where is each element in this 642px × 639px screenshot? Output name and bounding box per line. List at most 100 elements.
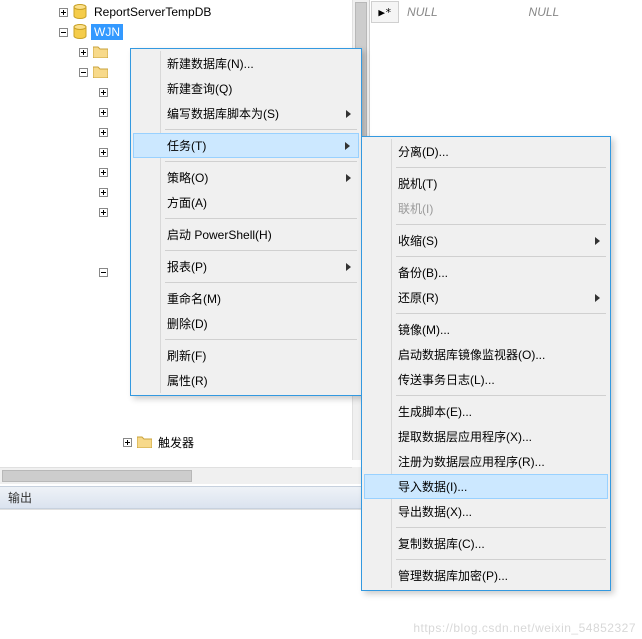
menu-item-mirror[interactable]: 镜像(M)... xyxy=(364,317,608,342)
expand-icon[interactable] xyxy=(76,45,90,59)
menu-label: 注册为数据层应用程序(R)... xyxy=(398,453,545,470)
collapse-icon[interactable] xyxy=(56,25,70,39)
menu-label: 重命名(M) xyxy=(167,290,221,307)
menu-label: 报表(P) xyxy=(167,258,207,275)
menu-label: 任务(T) xyxy=(167,137,206,154)
menu-separator xyxy=(165,218,357,219)
database-icon xyxy=(72,24,88,40)
tree-label: ReportServerTempDB xyxy=(91,4,214,20)
tree-node-triggers[interactable]: 触发器 xyxy=(0,432,369,452)
menu-item-extract-dac[interactable]: 提取数据层应用程序(X)... xyxy=(364,424,608,449)
menu-label: 还原(R) xyxy=(398,289,439,306)
menu-item-script-as[interactable]: 编写数据库脚本为(S) xyxy=(133,101,359,126)
menu-item-import-data[interactable]: 导入数据(I)... xyxy=(364,474,608,499)
menu-item-powershell[interactable]: 启动 PowerShell(H) xyxy=(133,222,359,247)
tree-node-db-reportservertempdb[interactable]: ReportServerTempDB xyxy=(0,2,369,22)
expand-icon[interactable] xyxy=(96,145,110,159)
folder-icon xyxy=(136,434,152,450)
menu-item-restore[interactable]: 还原(R) xyxy=(364,285,608,310)
menu-label: 新建数据库(N)... xyxy=(167,55,254,72)
menu-separator xyxy=(165,250,357,251)
menu-separator xyxy=(396,527,606,528)
menu-item-copy-database[interactable]: 复制数据库(C)... xyxy=(364,531,608,556)
collapse-icon[interactable] xyxy=(96,265,110,279)
menu-item-take-offline[interactable]: 脱机(T) xyxy=(364,171,608,196)
grid-cell-null[interactable]: NULL xyxy=(399,5,520,19)
data-grid-row: ▶* NULL NULL xyxy=(371,0,642,24)
menu-item-refresh[interactable]: 刷新(F) xyxy=(133,343,359,368)
expand-icon[interactable] xyxy=(96,185,110,199)
chevron-right-icon xyxy=(595,237,600,245)
expand-icon[interactable] xyxy=(120,435,134,449)
menu-item-bring-online: 联机(I) xyxy=(364,196,608,221)
chevron-right-icon xyxy=(346,174,351,182)
menu-item-ship-logs[interactable]: 传送事务日志(L)... xyxy=(364,367,608,392)
menu-separator xyxy=(165,339,357,340)
context-menu-database: 新建数据库(N)... 新建查询(Q) 编写数据库脚本为(S) 任务(T) 策略… xyxy=(130,48,362,396)
menu-item-export-data[interactable]: 导出数据(X)... xyxy=(364,499,608,524)
menu-label: 删除(D) xyxy=(167,315,208,332)
menu-label: 备份(B)... xyxy=(398,264,448,281)
menu-item-rename[interactable]: 重命名(M) xyxy=(133,286,359,311)
menu-label: 联机(I) xyxy=(398,200,433,217)
menu-separator xyxy=(165,129,357,130)
chevron-right-icon xyxy=(345,142,350,150)
tree-label: 触发器 xyxy=(155,433,197,452)
chevron-right-icon xyxy=(346,263,351,271)
menu-separator xyxy=(396,256,606,257)
menu-item-generate-scripts[interactable]: 生成脚本(E)... xyxy=(364,399,608,424)
menu-separator xyxy=(396,559,606,560)
menu-item-shrink[interactable]: 收缩(S) xyxy=(364,228,608,253)
expand-icon[interactable] xyxy=(96,165,110,179)
menu-separator xyxy=(396,313,606,314)
menu-item-backup[interactable]: 备份(B)... xyxy=(364,260,608,285)
menu-item-register-dac[interactable]: 注册为数据层应用程序(R)... xyxy=(364,449,608,474)
expand-icon[interactable] xyxy=(96,105,110,119)
menu-item-properties[interactable]: 属性(R) xyxy=(133,368,359,393)
output-pane-header[interactable]: 输出 xyxy=(0,486,370,509)
menu-item-facets[interactable]: 方面(A) xyxy=(133,190,359,215)
menu-item-policies[interactable]: 策略(O) xyxy=(133,165,359,190)
tree-label: WJN xyxy=(91,24,123,40)
menu-separator xyxy=(396,224,606,225)
menu-label: 提取数据层应用程序(X)... xyxy=(398,428,532,445)
menu-label: 导出数据(X)... xyxy=(398,503,472,520)
menu-label: 策略(O) xyxy=(167,169,208,186)
collapse-icon[interactable] xyxy=(76,65,90,79)
output-pane-body xyxy=(0,509,370,637)
scroll-thumb[interactable] xyxy=(2,470,192,482)
folder-icon xyxy=(92,44,108,60)
menu-label: 镜像(M)... xyxy=(398,321,450,338)
menu-label: 编写数据库脚本为(S) xyxy=(167,105,279,122)
menu-label: 新建查询(Q) xyxy=(167,80,232,97)
menu-item-launch-mirror-monitor[interactable]: 启动数据库镜像监视器(O)... xyxy=(364,342,608,367)
menu-label: 属性(R) xyxy=(167,372,208,389)
menu-item-detach[interactable]: 分离(D)... xyxy=(364,139,608,164)
menu-label: 脱机(T) xyxy=(398,175,437,192)
expand-icon[interactable] xyxy=(96,205,110,219)
menu-label: 启动数据库镜像监视器(O)... xyxy=(398,346,545,363)
row-selector[interactable]: ▶* xyxy=(371,1,399,23)
expand-icon[interactable] xyxy=(56,5,70,19)
menu-label: 收缩(S) xyxy=(398,232,438,249)
menu-item-tasks[interactable]: 任务(T) xyxy=(133,133,359,158)
menu-label: 管理数据库加密(P)... xyxy=(398,567,508,584)
menu-item-reports[interactable]: 报表(P) xyxy=(133,254,359,279)
expand-icon[interactable] xyxy=(96,125,110,139)
folder-icon xyxy=(92,64,108,80)
menu-label: 刷新(F) xyxy=(167,347,206,364)
menu-label: 复制数据库(C)... xyxy=(398,535,485,552)
expand-icon[interactable] xyxy=(96,85,110,99)
grid-cell-null[interactable]: NULL xyxy=(521,5,642,19)
horizontal-scrollbar[interactable] xyxy=(0,467,352,484)
menu-label: 启动 PowerShell(H) xyxy=(167,226,272,243)
menu-label: 方面(A) xyxy=(167,194,207,211)
menu-label: 导入数据(I)... xyxy=(398,478,467,495)
menu-item-delete[interactable]: 删除(D) xyxy=(133,311,359,336)
menu-item-new-query[interactable]: 新建查询(Q) xyxy=(133,76,359,101)
tree-node-db-wjn[interactable]: WJN xyxy=(0,22,369,42)
menu-item-manage-encryption[interactable]: 管理数据库加密(P)... xyxy=(364,563,608,588)
chevron-right-icon xyxy=(595,294,600,302)
menu-label: 生成脚本(E)... xyxy=(398,403,472,420)
menu-item-new-database[interactable]: 新建数据库(N)... xyxy=(133,51,359,76)
